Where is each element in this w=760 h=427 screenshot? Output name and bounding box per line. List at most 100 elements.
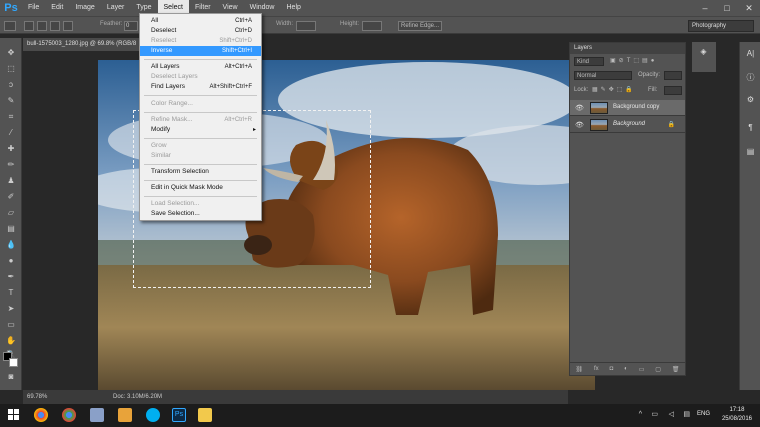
menu-item-refine-mask[interactable]: Refine Mask... Alt+Ctrl+R bbox=[140, 115, 261, 125]
photoshop-taskbar-icon[interactable]: Ps bbox=[172, 408, 186, 422]
layer-filter-kind[interactable]: Kind bbox=[574, 57, 604, 66]
file-icon[interactable] bbox=[90, 408, 104, 422]
history-brush-tool-icon[interactable]: ✐ bbox=[5, 192, 17, 202]
chrome-icon[interactable] bbox=[62, 408, 76, 422]
network-icon[interactable]: ▭ bbox=[651, 410, 658, 418]
minimize-button[interactable]: – bbox=[694, 0, 716, 16]
menu-item-reselect[interactable]: Reselect Shift+Ctrl+D bbox=[140, 36, 261, 46]
path-select-tool-icon[interactable]: ➤ bbox=[5, 304, 17, 314]
adjustments-panel-icon[interactable]: ⚙ bbox=[744, 94, 757, 105]
healing-tool-icon[interactable]: ✚ bbox=[5, 144, 17, 154]
skype-icon[interactable] bbox=[146, 408, 160, 422]
opacity-field[interactable] bbox=[664, 71, 682, 80]
new-selection-icon[interactable] bbox=[24, 21, 34, 31]
feather-field[interactable]: 0 px bbox=[124, 21, 138, 31]
add-mask-icon[interactable]: ◘ bbox=[610, 366, 614, 372]
width-field[interactable] bbox=[296, 21, 316, 31]
taskbar-clock[interactable]: 17:18 25/08/2016 bbox=[722, 406, 752, 424]
stamp-tool-icon[interactable]: ♟ bbox=[5, 176, 17, 186]
visibility-eye-icon[interactable]: 👁 bbox=[575, 104, 584, 112]
media-player-icon[interactable] bbox=[118, 408, 132, 422]
workspace-select[interactable]: Photography bbox=[688, 20, 754, 32]
new-group-icon[interactable]: ▭ bbox=[639, 366, 645, 373]
menu-item-color-range[interactable]: Color Range... bbox=[140, 99, 261, 109]
visibility-eye-icon[interactable]: 👁 bbox=[575, 121, 584, 129]
menu-item-grow[interactable]: Grow bbox=[140, 141, 261, 151]
windows-start-icon[interactable] bbox=[8, 409, 20, 421]
move-tool-icon[interactable]: ✥ bbox=[5, 48, 17, 58]
crop-tool-icon[interactable]: ⌗ bbox=[5, 112, 17, 122]
menu-item-save-selection[interactable]: Save Selection... bbox=[140, 209, 261, 219]
menu-item-deselect[interactable]: Deselect Ctrl+D bbox=[140, 26, 261, 36]
gradient-tool-icon[interactable]: ▤ bbox=[5, 224, 17, 234]
notification-icon[interactable]: ▤ bbox=[683, 410, 690, 418]
menu-help[interactable]: Help bbox=[281, 0, 307, 16]
pen-tool-icon[interactable]: ✒ bbox=[5, 272, 17, 282]
info-panel-icon[interactable]: ⓘ bbox=[744, 72, 757, 83]
subtract-selection-icon[interactable] bbox=[50, 21, 60, 31]
quick-mask-icon[interactable]: ◙ bbox=[5, 372, 17, 382]
link-layers-icon[interactable]: ⛓ bbox=[575, 366, 583, 373]
height-field[interactable] bbox=[362, 21, 382, 31]
layers-tab[interactable]: Layers bbox=[570, 43, 685, 54]
marquee-tool-icon[interactable]: ⬚ bbox=[5, 64, 17, 74]
layer-row-background[interactable]: 👁 Background 🔒 bbox=[570, 117, 685, 133]
adjustment-layer-icon[interactable]: ◐ bbox=[624, 366, 628, 372]
new-layer-icon[interactable]: ▢ bbox=[655, 366, 661, 373]
dodge-tool-icon[interactable]: ● bbox=[5, 256, 17, 266]
menu-item-transform-selection[interactable]: Transform Selection bbox=[140, 167, 261, 177]
volume-icon[interactable]: ◁ bbox=[669, 410, 674, 418]
blur-tool-icon[interactable]: 💧 bbox=[5, 240, 17, 250]
language-indicator[interactable]: ENG bbox=[697, 411, 710, 417]
menu-edit[interactable]: Edit bbox=[45, 0, 69, 16]
maximize-button[interactable]: □ bbox=[716, 0, 738, 16]
delete-layer-icon[interactable]: 🗑 bbox=[672, 366, 680, 373]
menu-item-label: Find Layers bbox=[151, 83, 185, 90]
menu-item-quick-mask[interactable]: Edit in Quick Mask Mode bbox=[140, 183, 261, 193]
layers-panel-icon[interactable]: ◈ bbox=[697, 46, 710, 57]
paragraph-panel-icon[interactable]: ¶ bbox=[744, 122, 757, 133]
eraser-tool-icon[interactable]: ▱ bbox=[5, 208, 17, 218]
feather-label: Feather: bbox=[100, 21, 123, 27]
menu-layer[interactable]: Layer bbox=[101, 0, 131, 16]
styles-panel-icon[interactable]: ▤ bbox=[744, 146, 757, 157]
type-tool-icon[interactable]: T bbox=[5, 288, 17, 298]
add-selection-icon[interactable] bbox=[37, 21, 47, 31]
background-color-swatch[interactable] bbox=[9, 358, 18, 367]
brush-tool-icon[interactable]: ✏ bbox=[5, 160, 17, 170]
chrome-icon[interactable] bbox=[34, 408, 48, 422]
menu-image[interactable]: Image bbox=[69, 0, 100, 16]
marquee-preset-icon[interactable] bbox=[4, 21, 16, 31]
tray-up-arrow-icon[interactable]: ^ bbox=[639, 411, 642, 418]
menu-item-load-selection[interactable]: Load Selection... bbox=[140, 199, 261, 209]
quick-select-tool-icon[interactable]: ✎ bbox=[5, 96, 17, 106]
menu-item-deselect-layers[interactable]: Deselect Layers bbox=[140, 72, 261, 82]
close-button[interactable]: ✕ bbox=[738, 0, 760, 16]
blend-row: Normal Opacity: bbox=[570, 70, 685, 82]
menu-item-inverse[interactable]: Inverse Shift+Ctrl+I bbox=[140, 46, 261, 56]
menu-item-find-layers[interactable]: Find Layers Alt+Shift+Ctrl+F bbox=[140, 82, 261, 92]
layer-filter-icons[interactable]: ▣⊘T⬚▤● bbox=[610, 57, 657, 64]
menu-item-modify[interactable]: Modify ▸ bbox=[140, 125, 261, 135]
hand-tool-icon[interactable]: ✋ bbox=[5, 336, 17, 346]
menu-item-all[interactable]: All Ctrl+A bbox=[140, 16, 261, 26]
blend-mode-select[interactable]: Normal bbox=[574, 71, 632, 80]
lock-icons[interactable]: ▦✎✥⬚🔒 bbox=[592, 86, 636, 93]
menu-item-similar[interactable]: Similar bbox=[140, 151, 261, 161]
layer-style-icon[interactable]: fx bbox=[594, 366, 599, 372]
refine-edge-button[interactable]: Refine Edge... bbox=[398, 21, 442, 31]
photoshop-logo-icon: Ps bbox=[4, 2, 18, 14]
layer-row-background-copy[interactable]: 👁 Background copy bbox=[570, 100, 685, 116]
fill-field[interactable] bbox=[664, 86, 682, 95]
zoom-level[interactable]: 69.78% bbox=[27, 394, 47, 400]
menu-separator bbox=[144, 95, 257, 96]
file-explorer-icon[interactable] bbox=[198, 408, 212, 422]
menu-item-all-layers[interactable]: All Layers Alt+Ctrl+A bbox=[140, 62, 261, 72]
lasso-tool-icon[interactable]: ↄ bbox=[5, 80, 17, 90]
layer-thumbnail bbox=[590, 119, 608, 131]
eyedropper-tool-icon[interactable]: ⁄ bbox=[5, 128, 17, 138]
menu-file[interactable]: File bbox=[22, 0, 45, 16]
intersect-selection-icon[interactable] bbox=[63, 21, 73, 31]
shape-tool-icon[interactable]: ▭ bbox=[5, 320, 17, 330]
character-panel-icon[interactable]: A| bbox=[744, 48, 757, 59]
